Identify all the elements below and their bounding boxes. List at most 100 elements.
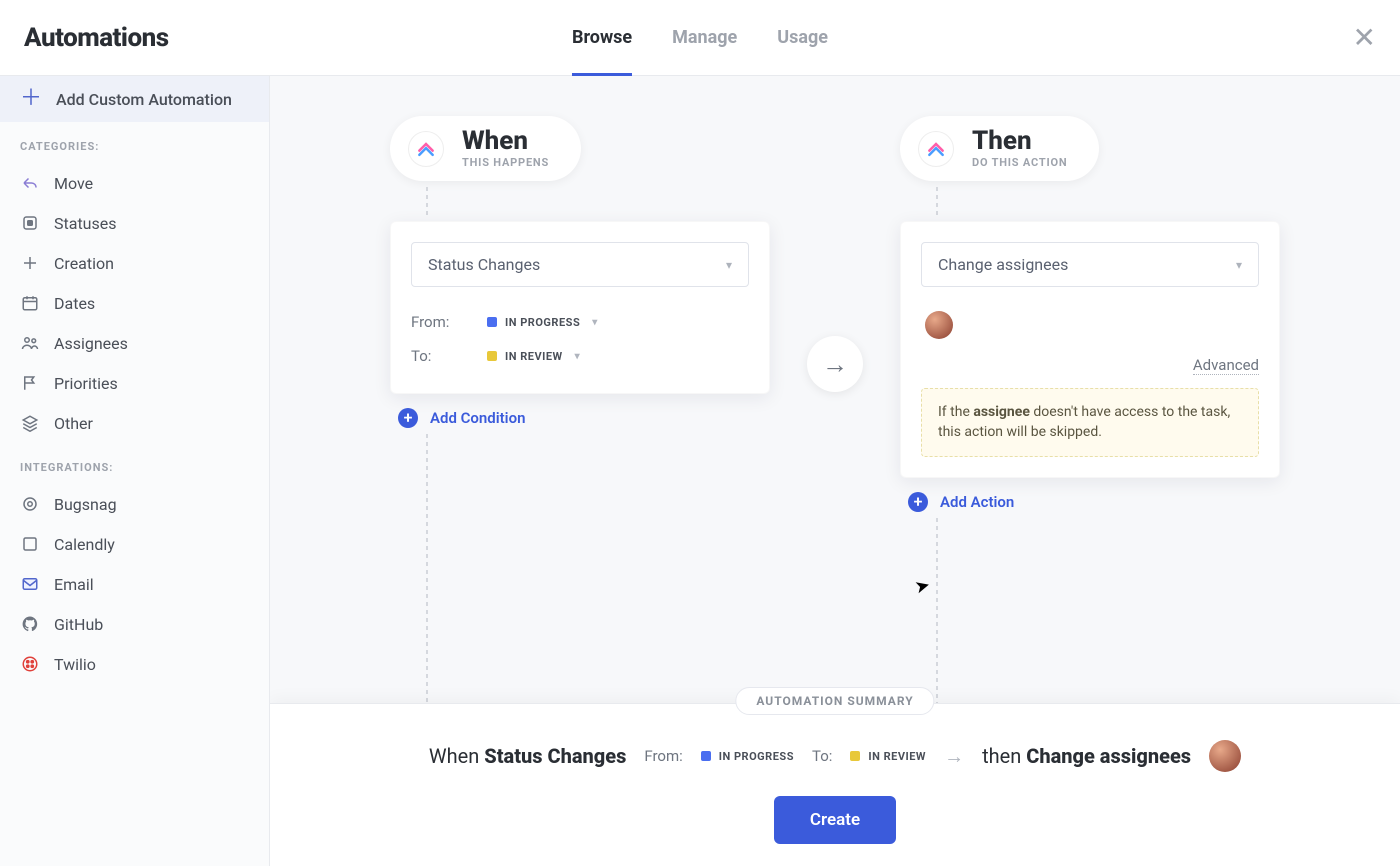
add-custom-automation-button[interactable]: ＋ Add Custom Automation (0, 76, 269, 122)
to-label: To: (411, 347, 461, 365)
tab-manage[interactable]: Manage (672, 0, 737, 75)
bugsnag-icon (20, 494, 40, 514)
sidebar-item-twilio[interactable]: Twilio (0, 644, 269, 684)
plus-circle-icon: + (908, 492, 928, 512)
sidebar-item-label: Creation (54, 254, 114, 273)
sidebar-item-label: GitHub (54, 615, 103, 634)
app-logo-icon (408, 131, 444, 167)
advanced-label: Advanced (1193, 356, 1259, 375)
sidebar-item-label: Calendly (54, 535, 115, 554)
creation-icon (20, 253, 40, 273)
sidebar-item-github[interactable]: GitHub (0, 604, 269, 644)
chevron-down-icon: ▾ (1236, 258, 1242, 272)
add-custom-label: Add Custom Automation (56, 90, 232, 109)
summary-from-status: IN PROGRESS (719, 750, 794, 763)
tab-usage[interactable]: Usage (777, 0, 828, 75)
warning-message: If the assignee doesn't have access to t… (921, 388, 1259, 457)
sidebar-item-dates[interactable]: Dates (0, 283, 269, 323)
page-title: Automations (24, 23, 169, 53)
sidebar-item-email[interactable]: Email (0, 564, 269, 604)
status-icon (20, 213, 40, 233)
from-status-chip[interactable]: IN PROGRESS ▾ (487, 316, 598, 329)
flag-icon (20, 373, 40, 393)
trigger-card: Status Changes ▾ From: IN PROGRESS ▾ To: (390, 221, 770, 394)
people-icon (20, 333, 40, 353)
app-logo-icon (918, 131, 954, 167)
from-label: From: (411, 313, 461, 331)
add-condition-label: Add Condition (430, 409, 525, 427)
sidebar-item-calendly[interactable]: Calendly (0, 524, 269, 564)
summary-to-label: To: (812, 747, 832, 765)
summary-badge: AUTOMATION SUMMARY (735, 687, 934, 715)
sidebar-item-label: Assignees (54, 334, 128, 353)
trigger-select[interactable]: Status Changes ▾ (411, 242, 749, 287)
sidebar-item-label: Dates (54, 294, 95, 313)
chevron-down-icon: ▾ (575, 351, 581, 362)
sidebar-item-assignees[interactable]: Assignees (0, 323, 269, 363)
summary-bar: AUTOMATION SUMMARY When Status Changes F… (270, 703, 1400, 866)
sidebar-item-label: Priorities (54, 374, 118, 393)
sidebar-item-label: Email (54, 575, 94, 594)
status-color-icon (850, 751, 860, 761)
builder-canvas: When THIS HAPPENS Status Changes ▾ From: (270, 76, 1400, 866)
integrations-heading: INTEGRATIONS: (0, 443, 269, 484)
status-color-icon (487, 317, 497, 327)
add-condition-button[interactable]: + Add Condition (390, 408, 770, 428)
close-icon[interactable]: ✕ (1353, 24, 1376, 52)
tabs: Browse Manage Usage (572, 0, 828, 75)
create-label: Create (810, 810, 860, 830)
sidebar-item-label: Statuses (54, 214, 117, 233)
arrow-icon: → (944, 744, 964, 769)
when-title: When (462, 128, 549, 154)
move-icon (20, 173, 40, 193)
sidebar-item-label: Move (54, 174, 93, 193)
chevron-down-icon: ▾ (726, 258, 732, 272)
then-column: Then DO THIS ACTION Change assignees ▾ A… (900, 116, 1280, 744)
flow-arrow-icon: → (807, 336, 863, 392)
sidebar-item-move[interactable]: Move (0, 163, 269, 203)
github-icon (20, 614, 40, 634)
action-card: Change assignees ▾ Advanced If the assig… (900, 221, 1280, 478)
status-color-icon (701, 751, 711, 761)
email-icon (20, 574, 40, 594)
advanced-link[interactable]: Advanced (921, 355, 1259, 374)
then-header: Then DO THIS ACTION (900, 116, 1099, 181)
tab-browse[interactable]: Browse (572, 0, 632, 75)
to-status-value: IN REVIEW (505, 350, 563, 363)
categories-heading: CATEGORIES: (0, 122, 269, 163)
status-color-icon (487, 351, 497, 361)
action-value: Change assignees (938, 255, 1068, 274)
summary-line: When Status Changes From: IN PROGRESS To… (330, 740, 1340, 772)
twilio-icon (20, 654, 40, 674)
sidebar-item-creation[interactable]: Creation (0, 243, 269, 283)
chevron-down-icon: ▾ (592, 317, 598, 328)
create-button[interactable]: Create (774, 796, 896, 844)
add-action-label: Add Action (940, 493, 1014, 511)
trigger-value: Status Changes (428, 255, 540, 274)
sidebar: ＋ Add Custom Automation CATEGORIES: Move… (0, 76, 270, 866)
sidebar-item-other[interactable]: Other (0, 403, 269, 443)
sidebar-item-label: Twilio (54, 655, 96, 674)
then-subtitle: DO THIS ACTION (972, 156, 1067, 169)
layers-icon (20, 413, 40, 433)
then-title: Then (972, 128, 1067, 154)
sidebar-item-statuses[interactable]: Statuses (0, 203, 269, 243)
summary-assignee-avatar (1209, 740, 1241, 772)
sidebar-item-label: Other (54, 414, 93, 433)
from-status-value: IN PROGRESS (505, 316, 580, 329)
plus-icon: ＋ (20, 88, 42, 110)
when-column: When THIS HAPPENS Status Changes ▾ From: (390, 116, 770, 744)
sidebar-item-bugsnag[interactable]: Bugsnag (0, 484, 269, 524)
plus-circle-icon: + (398, 408, 418, 428)
calendar-icon (20, 293, 40, 313)
to-status-chip[interactable]: IN REVIEW ▾ (487, 350, 580, 363)
summary-from-label: From: (644, 747, 682, 765)
assignee-avatar[interactable] (925, 311, 953, 339)
header: Automations Browse Manage Usage ✕ (0, 0, 1400, 76)
when-header: When THIS HAPPENS (390, 116, 581, 181)
sidebar-item-priorities[interactable]: Priorities (0, 363, 269, 403)
add-action-button[interactable]: + Add Action (900, 492, 1280, 512)
when-subtitle: THIS HAPPENS (462, 156, 549, 169)
summary-to-status: IN REVIEW (868, 750, 926, 763)
action-select[interactable]: Change assignees ▾ (921, 242, 1259, 287)
